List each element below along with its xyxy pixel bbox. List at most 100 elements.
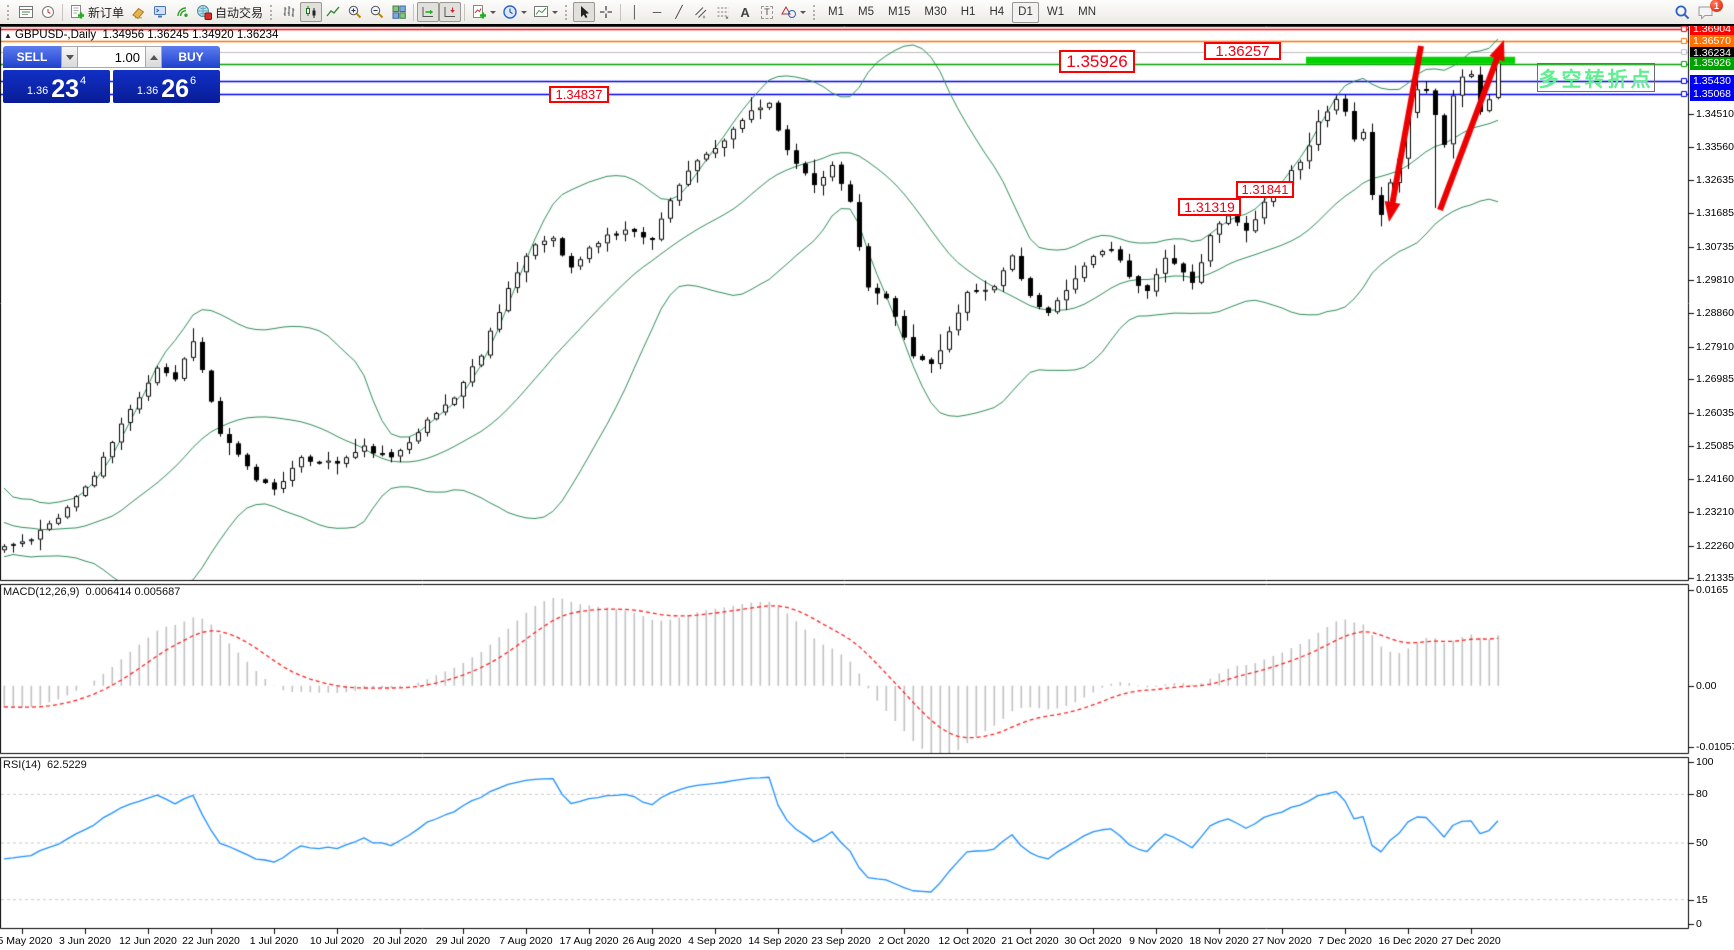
date-axis-label: 21 Oct 2020	[1001, 935, 1058, 947]
horizontal-line-tool-icon[interactable]: ─	[646, 2, 668, 22]
price-label-object[interactable]: 1.36257	[1204, 42, 1281, 60]
price-label-object[interactable]: 1.34837	[549, 86, 609, 103]
triangle-up-icon	[150, 51, 158, 60]
equidistant-channel-tool-icon[interactable]	[690, 2, 712, 22]
mql-editor-icon[interactable]	[149, 2, 171, 22]
timeframe-button-h1[interactable]: H1	[955, 2, 982, 23]
sell-price-display[interactable]: 1.36 23 4	[3, 70, 110, 103]
price-label-object[interactable]: 1.31319	[1178, 198, 1241, 216]
price-axis-tick: 1.32635	[1696, 174, 1734, 186]
date-axis-label: 3 Jun 2020	[59, 935, 111, 947]
price-label-object[interactable]: 1.31841	[1236, 181, 1294, 198]
eraser-icon[interactable]	[127, 2, 149, 22]
date-axis-label: 7 Aug 2020	[499, 935, 552, 947]
price-axis-tick: 1.25085	[1696, 440, 1734, 452]
date-axis-label: 20 Jul 2020	[373, 935, 427, 947]
candlestick-chart-type-icon[interactable]	[300, 2, 322, 22]
date-axis-label: 7 Dec 2020	[1318, 935, 1372, 947]
buy-price-display[interactable]: 1.36 26 6	[113, 70, 220, 103]
toolbar-separator	[62, 4, 63, 21]
periods-button[interactable]	[499, 2, 530, 22]
price-axis-tick: 1.26985	[1696, 373, 1734, 385]
timeframe-button-m5[interactable]: M5	[852, 2, 880, 23]
toolbar-drag-handle	[565, 5, 569, 20]
macd-axis-tick: 0.00	[1696, 680, 1716, 692]
add-indicator-button[interactable]	[468, 2, 499, 22]
macd-axis-tick: -0.010571	[1696, 741, 1734, 753]
date-axis-label: 26 Aug 2020	[623, 935, 682, 947]
line-chart-type-icon[interactable]	[322, 2, 344, 22]
zoom-in-icon[interactable]	[344, 2, 366, 22]
date-axis-label: 22 Jun 2020	[182, 935, 240, 947]
trendline-tool-icon[interactable]: ╱	[668, 2, 690, 22]
chart-symbol-marker-icon: ▲	[4, 31, 12, 40]
rsi-axis-tick: 0	[1696, 918, 1702, 930]
price-axis-tick: 1.29810	[1696, 274, 1734, 286]
price-axis-tick: 1.21335	[1696, 572, 1734, 584]
price-axis-tick: 1.23210	[1696, 506, 1734, 518]
sell-button[interactable]: SELL	[3, 46, 61, 68]
chart-window-icon[interactable]	[15, 2, 37, 22]
toolbar-drag-handle	[813, 5, 817, 20]
date-axis-label: 14 Sep 2020	[748, 935, 808, 947]
date-axis-label: 1 Jul 2020	[250, 935, 298, 947]
macd-values: 0.006414 0.005687	[86, 586, 181, 598]
new-order-button[interactable]: 新订单	[66, 2, 127, 22]
one-click-trading-panel: SELL 1.00 BUY 1.36 23 4 1.36 26 6	[3, 46, 220, 103]
price-axis-flag: 1.35430	[1690, 75, 1734, 88]
date-axis-label: 18 Nov 2020	[1189, 935, 1249, 947]
vertical-line-tool-icon[interactable]: │	[624, 2, 646, 22]
rsi-axis-tick: 15	[1696, 894, 1708, 906]
timeframe-button-d1[interactable]: D1	[1012, 2, 1039, 23]
autotrading-button[interactable]: 自动交易	[193, 2, 266, 22]
shapes-tool-icon[interactable]	[778, 2, 809, 22]
price-label-object[interactable]: 1.35926	[1059, 50, 1135, 73]
zoom-out-icon[interactable]	[366, 2, 388, 22]
text-label-tool-icon[interactable]: T	[756, 2, 778, 22]
signals-icon[interactable]	[171, 2, 193, 22]
notifications-chat-button[interactable]: 1	[1694, 2, 1717, 22]
date-axis-label: 27 Nov 2020	[1252, 935, 1312, 947]
timeframe-button-w1[interactable]: W1	[1041, 2, 1070, 23]
chart-shift-icon[interactable]	[439, 2, 461, 22]
search-icon[interactable]	[1671, 2, 1694, 22]
rsi-value: 62.5229	[47, 759, 87, 771]
cursor-tool-icon[interactable]	[573, 2, 595, 22]
autotrading-label: 自动交易	[215, 4, 263, 21]
rsi-axis-tick: 100	[1696, 756, 1714, 768]
chart-annotation-text[interactable]: 多空转折点	[1537, 63, 1655, 92]
text-tool-icon[interactable]: A	[734, 2, 756, 22]
date-axis-label: 17 Aug 2020	[560, 935, 619, 947]
buy-price-base: 1.36	[137, 85, 158, 97]
price-axis-tick: 1.28860	[1696, 307, 1734, 319]
chart-title: GBPUSD-,Daily 1.34956 1.36245 1.34920 1.…	[15, 29, 278, 41]
chevron-down-icon	[521, 11, 527, 17]
tile-windows-icon[interactable]	[388, 2, 410, 22]
volume-increase-button[interactable]	[145, 46, 162, 68]
buy-price-point: 6	[190, 71, 196, 87]
price-axis-tick: 1.27910	[1696, 341, 1734, 353]
fibonacci-tool-icon[interactable]	[712, 2, 734, 22]
timeframe-button-mn[interactable]: MN	[1072, 2, 1102, 23]
timeframe-button-m1[interactable]: M1	[822, 2, 850, 23]
date-axis-label: 23 Sep 2020	[811, 935, 871, 947]
timeframe-button-m30[interactable]: M30	[918, 2, 952, 23]
price-chart-canvas[interactable]	[0, 0, 1734, 950]
market-watch-icon[interactable]	[37, 2, 59, 22]
macd-axis-tick: 0.0165	[1696, 584, 1728, 596]
auto-scroll-icon[interactable]	[417, 2, 439, 22]
crosshair-tool-icon[interactable]	[595, 2, 617, 22]
templates-button[interactable]	[530, 2, 561, 22]
volume-input[interactable]: 1.00	[78, 46, 145, 68]
timeframe-button-m15[interactable]: M15	[882, 2, 916, 23]
timeframe-toolbar: M1M5M15M30H1H4D1W1MN	[821, 2, 1103, 23]
bar-chart-type-icon[interactable]	[278, 2, 300, 22]
sell-price-base: 1.36	[27, 85, 48, 97]
date-axis-label: 30 Oct 2020	[1064, 935, 1121, 947]
buy-button[interactable]: BUY	[162, 46, 220, 68]
chevron-down-icon	[490, 11, 496, 17]
volume-decrease-button[interactable]	[61, 46, 78, 68]
rsi-indicator-label: RSI(14) 62.5229	[3, 759, 87, 771]
price-axis-tick: 1.31685	[1696, 207, 1734, 219]
timeframe-button-h4[interactable]: H4	[983, 2, 1010, 23]
